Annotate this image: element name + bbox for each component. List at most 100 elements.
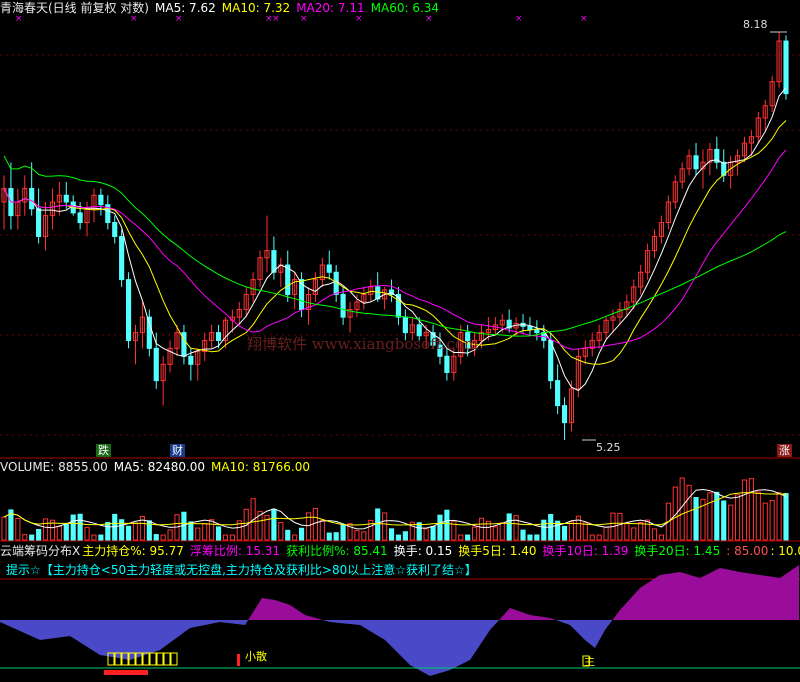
volume-bar-down [36, 528, 42, 541]
hold-ratio: 主力持仓%: 95.77 [82, 544, 184, 558]
volume-ma5: MA5: 82480.00 [113, 460, 206, 474]
volume-bar-up [617, 512, 623, 541]
volume-bar-down [444, 509, 450, 541]
volume-bar-down [105, 521, 111, 541]
volume-bar-up [734, 494, 741, 541]
volume-bar-up [631, 527, 637, 541]
volume-bar-down [395, 534, 402, 541]
signal-marker: × [355, 14, 363, 24]
label-xiaosan: 小散 [245, 650, 267, 663]
volume-bar-up [762, 502, 768, 541]
volume-bar-down [465, 534, 471, 541]
candle-down [783, 40, 789, 95]
volume-bar-up [499, 522, 505, 541]
volume-bar-up [589, 534, 595, 541]
volume-bar-up [132, 522, 139, 541]
volume-bar-down [298, 527, 305, 541]
volume-bar-up [278, 522, 284, 541]
volume-bar-down [285, 529, 291, 541]
volume-bar-up [15, 517, 21, 541]
candle-down [63, 194, 69, 203]
volume-bar-down [534, 534, 540, 541]
high-price-label: 8.18 [743, 18, 768, 31]
volume-bar-up [638, 521, 644, 541]
turnover-20d: 换手20日: 1.45 [634, 544, 721, 558]
volume-bar-up [458, 534, 464, 541]
volume-bar-up [658, 534, 665, 541]
volume-bar-down [527, 534, 533, 541]
badge-die: 跌 [96, 444, 111, 457]
volume-bar-down [119, 519, 125, 541]
volume-bar-up [624, 523, 630, 541]
volume-bar-up [167, 529, 173, 541]
volume-bar-up [292, 534, 298, 541]
volume-bar-up [423, 528, 429, 541]
volume-bar-up [707, 492, 713, 541]
label-zhu: 主 [584, 655, 595, 668]
volume-bar-up [748, 478, 754, 541]
volume-ma10: MA10: 81766.00 [211, 460, 310, 474]
volume-bar-down [98, 534, 104, 541]
volume-bar-up [769, 500, 775, 541]
candle-down [77, 212, 83, 224]
volume-bar-up [472, 526, 478, 541]
volume-bar-down [326, 532, 332, 541]
candle-down [555, 380, 561, 407]
candle-down [527, 325, 533, 330]
volume-bar-up [91, 534, 97, 541]
volume-bar-up [582, 522, 588, 541]
hint-line: 提示☆【主力持仓<50主力轻度或无控盘,主力持仓及获利比>80以上注意☆获利了结… [6, 563, 477, 577]
volume-bar-up [513, 515, 519, 541]
volume-bar-down [437, 514, 443, 541]
signal-marker: × [130, 14, 138, 24]
badge-zhang: 涨 [777, 444, 792, 457]
value-10: : 10.00 [770, 544, 800, 558]
indicator-name: 云端筹码分布X [0, 544, 81, 558]
profit-ratio: 获利比例%: 85.41 [286, 544, 388, 558]
volume-bar-down [153, 534, 159, 541]
volume-bar-up [202, 523, 208, 541]
chip-marker [149, 652, 157, 666]
volume-bar-down [77, 513, 83, 541]
float-ratio: 浮筹比例: 15.31 [189, 544, 281, 558]
volume-bar-up [568, 521, 575, 541]
candle-down [326, 264, 332, 273]
candle-down [112, 222, 118, 237]
turnover: 换手: 0.15 [393, 544, 453, 558]
volume-bar-up [84, 526, 90, 541]
volume-bar-up [1, 516, 7, 541]
volume-bar-up [651, 528, 658, 541]
volume-bar-down [693, 497, 699, 541]
candle-down [215, 332, 222, 341]
chip-marker [156, 652, 164, 666]
volume-bar-up [645, 519, 651, 541]
volume-bar-up [42, 518, 49, 541]
signal-marker: × [272, 14, 280, 24]
volume-bar-up [686, 484, 692, 541]
watermark: 翔博软件 www.xiangbosoft.com [247, 335, 479, 353]
volume-bar-down [63, 523, 69, 541]
signal-marker: × [300, 14, 308, 24]
volume-bar-up [478, 517, 485, 541]
signal-marker: × [175, 14, 183, 24]
volume-bar-up [319, 519, 325, 541]
volume-bar-down [125, 525, 132, 541]
volume-bar-up [728, 504, 734, 541]
volume-bar-up [209, 519, 215, 541]
volume-bar-up [22, 534, 28, 541]
candle-down [444, 355, 450, 373]
volume-bar-up [679, 477, 685, 541]
volume-bar-down [402, 531, 408, 541]
volume-bar-up [492, 526, 498, 541]
volume-bar-up [741, 479, 748, 541]
volume-bar-down [271, 508, 277, 541]
candle-down [125, 279, 132, 341]
signal-marker: × [425, 14, 433, 24]
turnover-5d: 换手5日: 1.40 [458, 544, 537, 558]
volume-bar-down [561, 525, 568, 541]
chip-red-tick [237, 654, 240, 666]
volume-bar-down [430, 526, 436, 541]
volume-bar-down [340, 524, 346, 541]
candle-down [561, 405, 568, 424]
chip-marker [163, 652, 171, 666]
